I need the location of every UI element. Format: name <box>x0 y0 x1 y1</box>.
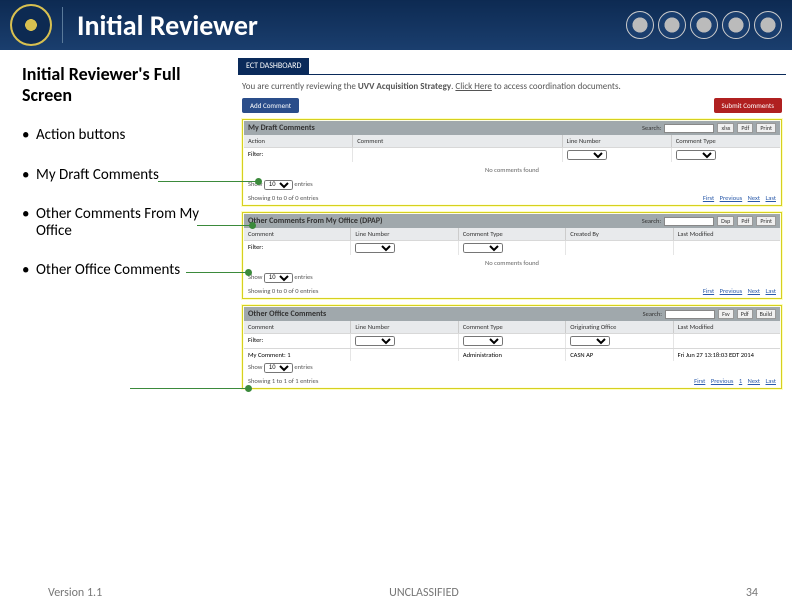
pager-prev[interactable]: Previous <box>711 377 734 385</box>
showing-text: Showing 0 to 0 of 0 entries <box>248 194 318 202</box>
header-divider <box>62 7 63 43</box>
filter-select[interactable] <box>463 336 503 346</box>
pager-next[interactable]: Next <box>748 287 760 295</box>
bullet-list: Action buttons My Draft Comments Other C… <box>22 127 230 279</box>
panel-other-office-comments: Other Office Comments Search: Fsv Pdf Bu… <box>242 305 782 389</box>
classification-text: UNCLASSIFIED <box>389 586 459 600</box>
pager-page[interactable]: 1 <box>739 377 742 385</box>
service-seal-icon <box>690 11 718 39</box>
pager-next[interactable]: Next <box>748 377 760 385</box>
pager-last[interactable]: Last <box>766 287 777 295</box>
left-column: Initial Reviewer's Full Screen Action bu… <box>0 50 238 395</box>
export-button[interactable]: Pdf <box>737 216 753 226</box>
pager-first[interactable]: First <box>703 194 714 202</box>
doc-name: UVV Acquisition Strategy <box>358 81 451 92</box>
subtitle: Initial Reviewer's Full Screen <box>22 64 230 105</box>
filter-select[interactable] <box>570 336 610 346</box>
bullet-action-buttons: Action buttons <box>22 127 230 144</box>
action-button-row: Add Comment Submit Comments <box>238 98 786 117</box>
column-headers: Action Comment Line Number Comment Type <box>244 135 780 147</box>
version-text: Version 1.1 <box>48 586 102 600</box>
filter-row: Filter: <box>244 147 780 162</box>
dashboard-tab[interactable]: ECT DASHBOARD <box>238 58 309 74</box>
panel-title: Other Office Comments <box>248 309 326 319</box>
filter-select[interactable] <box>355 336 395 346</box>
connector-line <box>130 388 248 389</box>
footer: Version 1.1 UNCLASSIFIED 34 <box>0 586 792 600</box>
service-seal-icon <box>626 11 654 39</box>
pager-next[interactable]: Next <box>748 194 760 202</box>
service-seals <box>622 11 782 39</box>
pager-prev[interactable]: Previous <box>720 287 743 295</box>
bullet-other-office: Other Office Comments <box>22 262 230 279</box>
export-button[interactable]: Build <box>756 309 776 319</box>
pager-prev[interactable]: Previous <box>720 194 743 202</box>
empty-message: No comments found <box>244 255 780 271</box>
page-size-select[interactable]: 10 <box>264 363 293 373</box>
export-button[interactable]: Dsp <box>717 216 734 226</box>
search-input[interactable] <box>664 217 714 226</box>
dod-seal-icon <box>10 4 52 46</box>
connector-line <box>158 181 258 182</box>
export-button[interactable]: Fsv <box>718 309 734 319</box>
filter-select[interactable] <box>355 243 395 253</box>
page-size-select[interactable]: 10 <box>264 180 293 190</box>
export-button[interactable]: xlsx <box>717 123 734 133</box>
click-here-link[interactable]: Click Here <box>455 81 491 92</box>
export-button[interactable]: Print <box>756 123 776 133</box>
showing-text: Showing 0 to 0 of 0 entries <box>248 287 318 295</box>
page-size-select[interactable]: 10 <box>264 273 293 283</box>
panel-title: Other Comments From My Office (DPAP) <box>248 216 383 226</box>
submit-comments-button[interactable]: Submit Comments <box>714 98 782 113</box>
filter-select[interactable] <box>676 150 716 160</box>
search-input[interactable] <box>664 124 714 133</box>
filter-select[interactable] <box>463 243 503 253</box>
table-row: My Comment: 1 Administration CASN AP Fri… <box>244 348 780 361</box>
panel-title: My Draft Comments <box>248 123 315 133</box>
panel-other-from-my-office: Other Comments From My Office (DPAP) Sea… <box>242 212 782 299</box>
export-button[interactable]: Pdf <box>737 309 753 319</box>
export-button[interactable]: Pdf <box>737 123 753 133</box>
connector-line <box>186 272 248 273</box>
review-message: You are currently reviewing the UVV Acqu… <box>238 75 786 98</box>
pager-first[interactable]: First <box>694 377 705 385</box>
service-seal-icon <box>658 11 686 39</box>
slide-title: Initial Reviewer <box>77 8 622 43</box>
showing-text: Showing 1 to 1 of 1 entries <box>248 377 318 385</box>
service-seal-icon <box>754 11 782 39</box>
export-button[interactable]: Print <box>756 216 776 226</box>
pager: First Previous Next Last <box>699 194 776 202</box>
screenshot-panel: ECT DASHBOARD You are currently reviewin… <box>238 50 786 395</box>
filter-select[interactable] <box>567 150 607 160</box>
slide-header: Initial Reviewer <box>0 0 792 50</box>
panel-my-draft-comments: My Draft Comments Search: xlsx Pdf Print… <box>242 119 782 206</box>
search-input[interactable] <box>665 310 715 319</box>
connector-line <box>197 225 252 226</box>
service-seal-icon <box>722 11 750 39</box>
pager-first[interactable]: First <box>703 287 714 295</box>
page-number: 34 <box>746 586 758 600</box>
empty-message: No comments found <box>244 162 780 178</box>
pager-last[interactable]: Last <box>766 377 777 385</box>
pager-last[interactable]: Last <box>766 194 777 202</box>
add-comment-button[interactable]: Add Comment <box>242 98 299 113</box>
bullet-other-office-mine: Other Comments From My Office <box>22 206 230 241</box>
